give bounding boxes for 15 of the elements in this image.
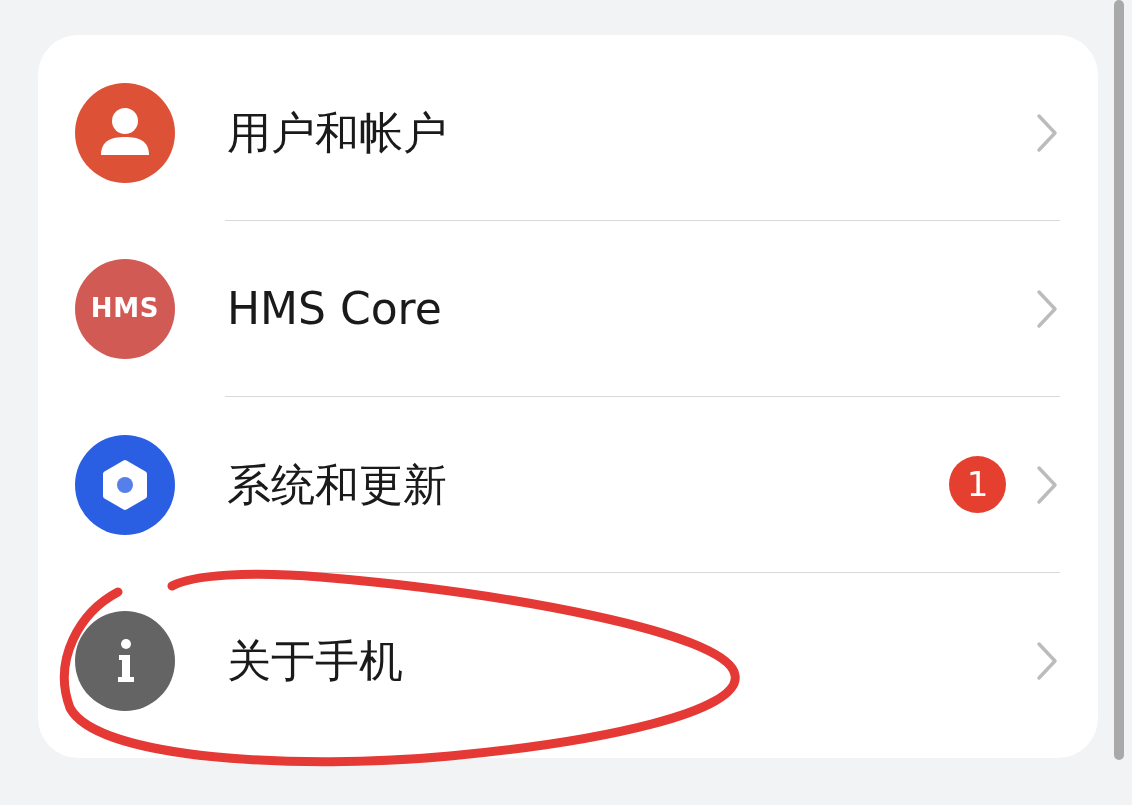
row-label: HMS Core [227,281,443,336]
row-label: 关于手机 [227,633,404,688]
scrollbar-thumb[interactable] [1114,0,1124,760]
chevron-icon [1036,288,1058,329]
chevron-icon [1036,464,1058,505]
chevron-icon [1036,112,1058,153]
hms-logo-icon: HMS [75,258,175,359]
settings-row[interactable]: 用户和帐户 [38,45,1098,220]
settings-row[interactable]: HMS HMS Core [38,221,1098,396]
row-label: 用户和帐户 [227,105,448,160]
settings-row[interactable]: 系统和更新 1 [38,397,1098,572]
row-label: 系统和更新 [227,457,448,512]
settings-row[interactable]: 关于手机 [38,573,1098,748]
chevron-icon [1036,640,1058,681]
notification-count: 1 [949,456,1006,513]
